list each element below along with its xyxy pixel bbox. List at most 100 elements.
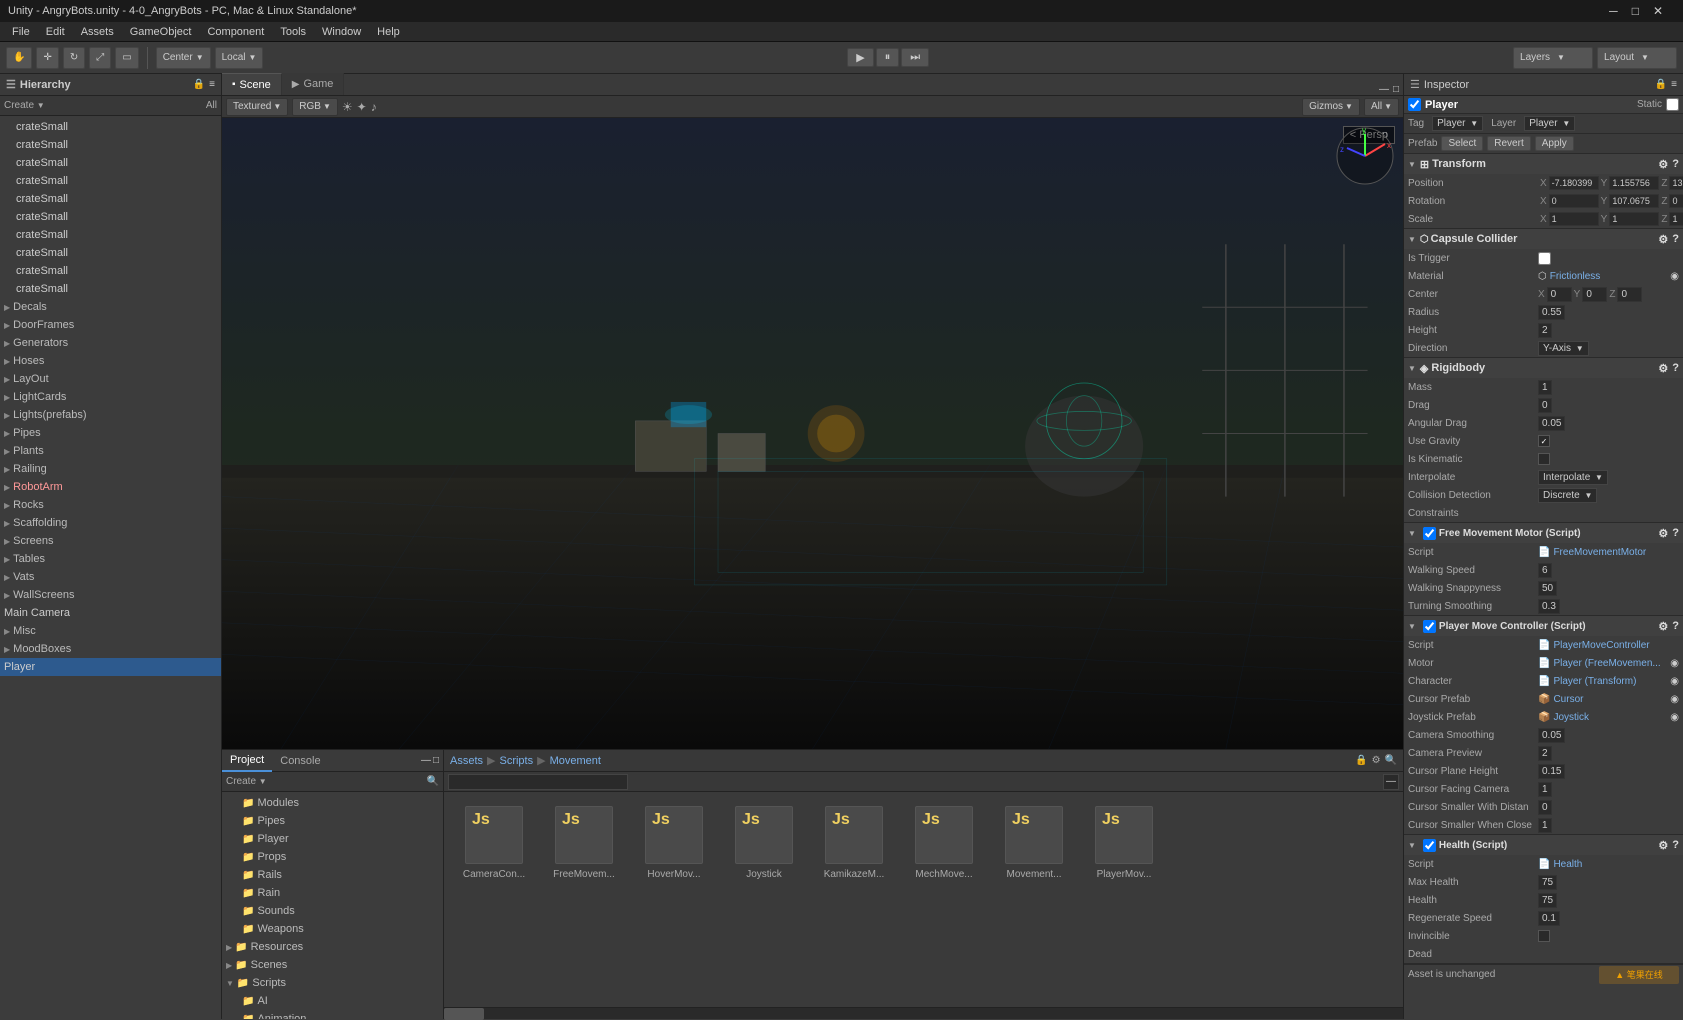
character-value[interactable]: Player (Transform) xyxy=(1553,676,1636,687)
lock-icon[interactable]: 🔒 xyxy=(1355,755,1367,766)
tag-dropdown[interactable]: Player ▼ xyxy=(1432,116,1483,131)
folder-animation[interactable]: 📁Animation xyxy=(222,1010,443,1019)
hierarchy-lights[interactable]: ▶Lights(prefabs) xyxy=(0,406,221,424)
scene-minimize[interactable]: — xyxy=(1379,84,1389,95)
pmc-active[interactable] xyxy=(1423,620,1436,633)
scale-y[interactable] xyxy=(1609,212,1659,226)
hierarchy-doorframes[interactable]: ▶DoorFrames xyxy=(0,316,221,334)
invincible-checkbox[interactable] xyxy=(1538,930,1550,942)
scale-z[interactable] xyxy=(1669,212,1683,226)
pivot-btn[interactable]: Center ▼ xyxy=(156,47,211,69)
is-trigger-checkbox[interactable] xyxy=(1538,252,1551,265)
is-kinematic-checkbox[interactable] xyxy=(1538,453,1550,465)
transform-header[interactable]: ▼ ⊞ Transform ⚙ ? xyxy=(1404,154,1683,174)
health-help[interactable]: ? xyxy=(1672,839,1679,851)
scale-x[interactable] xyxy=(1549,212,1599,226)
slider-control[interactable]: — xyxy=(1383,774,1399,790)
motor-script-value[interactable]: FreeMovementMotor xyxy=(1553,547,1646,558)
tab-project[interactable]: Project xyxy=(222,750,272,772)
horizontal-scrollbar[interactable] xyxy=(444,1007,1403,1019)
inspector-menu[interactable]: ≡ xyxy=(1671,79,1677,90)
free-movement-motor-header[interactable]: ▼ Free Movement Motor (Script) ⚙ ? xyxy=(1404,523,1683,543)
motor-value[interactable]: Player (FreeMovemen... xyxy=(1553,658,1660,669)
cursor-prefab-picker[interactable]: ◉ xyxy=(1670,694,1679,705)
file-hovermov[interactable]: Js HoverMov... xyxy=(634,802,714,885)
hierarchy-hoses[interactable]: ▶Hoses xyxy=(0,352,221,370)
menu-item-window[interactable]: Window xyxy=(314,24,369,40)
hierarchy-screens[interactable]: ▶Screens xyxy=(0,532,221,550)
position-x[interactable] xyxy=(1549,176,1599,190)
project-minimize[interactable]: — xyxy=(421,755,431,766)
file-playermov[interactable]: Js PlayerMov... xyxy=(1084,802,1164,885)
folder-sounds[interactable]: 📁Sounds xyxy=(222,902,443,920)
hierarchy-tables[interactable]: ▶Tables xyxy=(0,550,221,568)
file-kamikazem[interactable]: Js KamikazeM... xyxy=(814,802,894,885)
breadcrumb-assets[interactable]: Assets xyxy=(450,755,483,767)
scene-fx-icon[interactable]: ✦ xyxy=(357,100,367,114)
step-btn[interactable]: ⏭ xyxy=(901,48,929,67)
free-motor-active[interactable] xyxy=(1423,527,1436,540)
list-item[interactable]: crateSmall xyxy=(0,226,221,244)
health-header[interactable]: ▼ Health (Script) ⚙ ? xyxy=(1404,835,1683,855)
tab-scene[interactable]: ▪ Scene xyxy=(222,73,282,95)
capsule-collider-header[interactable]: ▼ ⬡ Capsule Collider ⚙ ? xyxy=(1404,229,1683,249)
file-mechmove[interactable]: Js MechMove... xyxy=(904,802,984,885)
menu-item-edit[interactable]: Edit xyxy=(38,24,73,40)
hierarchy-decals[interactable]: ▶Decals xyxy=(0,298,221,316)
direction-dropdown[interactable]: Y-Axis ▼ xyxy=(1538,341,1589,356)
interpolate-dropdown[interactable]: Interpolate ▼ xyxy=(1538,470,1608,485)
list-item[interactable]: crateSmall xyxy=(0,280,221,298)
hierarchy-wallscreens[interactable]: ▶WallScreens xyxy=(0,586,221,604)
menu-item-component[interactable]: Component xyxy=(199,24,272,40)
character-picker[interactable]: ◉ xyxy=(1670,676,1679,687)
file-cameracon[interactable]: Js CameraCon... xyxy=(454,802,534,885)
list-item[interactable]: crateSmall xyxy=(0,262,221,280)
tab-game[interactable]: ▶ Game xyxy=(282,73,345,95)
material-value[interactable]: Frictionless xyxy=(1550,271,1601,282)
list-item[interactable]: crateSmall xyxy=(0,136,221,154)
file-search-input[interactable] xyxy=(448,774,628,790)
position-z[interactable] xyxy=(1669,176,1683,190)
space-btn[interactable]: Local ▼ xyxy=(215,47,264,69)
motor-picker[interactable]: ◉ xyxy=(1670,658,1679,669)
free-motor-help[interactable]: ? xyxy=(1672,527,1679,539)
scene-maximize[interactable]: □ xyxy=(1393,84,1399,95)
all-btn[interactable]: All ▼ xyxy=(1364,98,1399,116)
hierarchy-generators[interactable]: ▶Generators xyxy=(0,334,221,352)
health-settings[interactable]: ⚙ xyxy=(1658,839,1668,852)
hierarchy-robotarm[interactable]: ▶RobotArm xyxy=(0,478,221,496)
layout-dropdown[interactable]: Layout ▼ xyxy=(1597,47,1677,69)
list-item[interactable]: crateSmall xyxy=(0,244,221,262)
transform-help[interactable]: ? xyxy=(1672,158,1679,170)
hierarchy-moodboxes[interactable]: ▶MoodBoxes xyxy=(0,640,221,658)
hierarchy-menu[interactable]: ≡ xyxy=(209,79,215,90)
inspector-lock[interactable]: 🔒 xyxy=(1655,79,1667,90)
list-item[interactable]: crateSmall xyxy=(0,190,221,208)
pmc-settings[interactable]: ⚙ xyxy=(1658,620,1668,633)
scene-audio-icon[interactable]: ♪ xyxy=(371,100,377,114)
folder-modules[interactable]: 📁Modules xyxy=(222,794,443,812)
file-freemovem[interactable]: Js FreeMovem... xyxy=(544,802,624,885)
folder-props[interactable]: 📁Props xyxy=(222,848,443,866)
layers-dropdown[interactable]: Layers ▼ xyxy=(1513,47,1593,69)
joystick-prefab-value[interactable]: Joystick xyxy=(1553,712,1589,723)
list-item[interactable]: crateSmall xyxy=(0,118,221,136)
folder-scripts[interactable]: ▼📁Scripts xyxy=(222,974,443,992)
menu-item-assets[interactable]: Assets xyxy=(73,24,122,40)
breadcrumb-movement[interactable]: Movement xyxy=(550,755,601,767)
rotation-x[interactable] xyxy=(1549,194,1599,208)
prefab-revert-btn[interactable]: Revert xyxy=(1487,136,1530,151)
hierarchy-railing[interactable]: ▶Railing xyxy=(0,460,221,478)
list-item[interactable]: crateSmall xyxy=(0,208,221,226)
rigidbody-settings[interactable]: ⚙ xyxy=(1658,362,1668,375)
project-maximize[interactable]: □ xyxy=(433,755,439,766)
transform-settings[interactable]: ⚙ xyxy=(1658,158,1668,171)
prefab-select-btn[interactable]: Select xyxy=(1441,136,1483,151)
rigidbody-help[interactable]: ? xyxy=(1672,362,1679,374)
health-active[interactable] xyxy=(1423,839,1436,852)
window-controls[interactable]: ─□✕ xyxy=(1609,4,1669,18)
hand-tool-btn[interactable]: ✋ xyxy=(6,47,32,69)
hierarchy-misc[interactable]: ▶Misc xyxy=(0,622,221,640)
hierarchy-layout[interactable]: ▶LayOut xyxy=(0,370,221,388)
hierarchy-pipes[interactable]: ▶Pipes xyxy=(0,424,221,442)
